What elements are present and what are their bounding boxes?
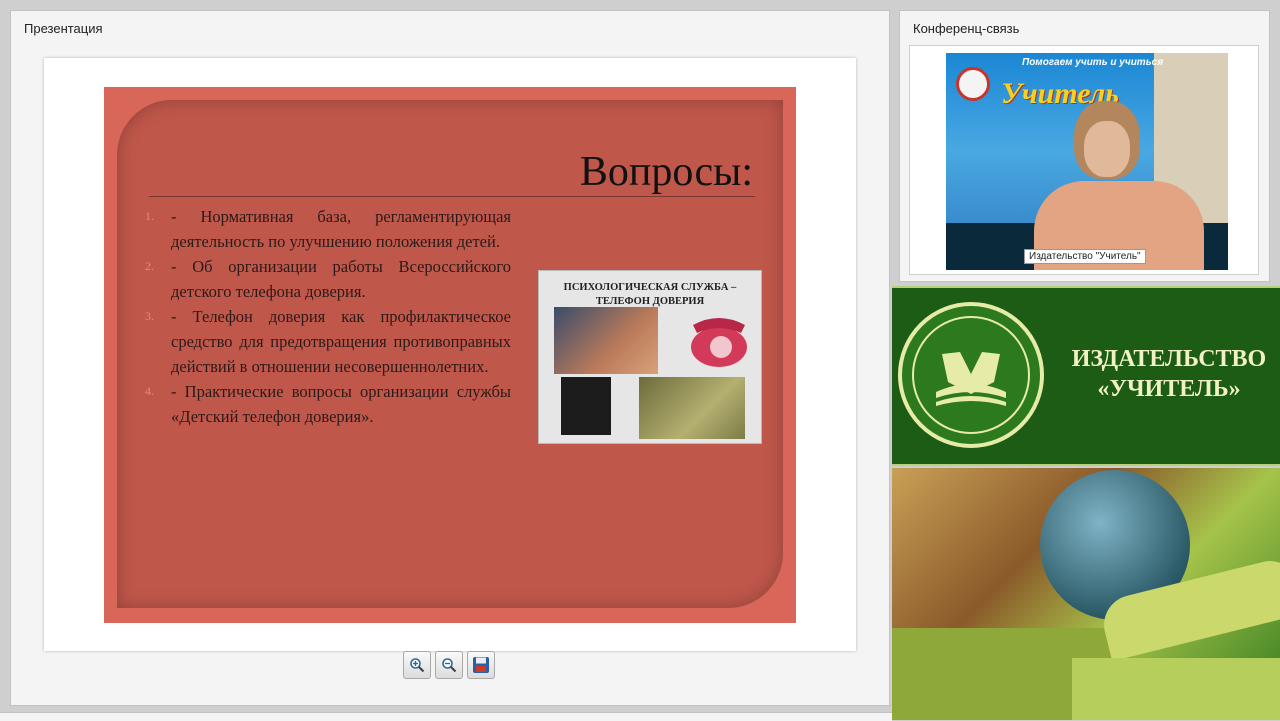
publisher-banner: ИЗДАТЕЛЬСТВО «УЧИТЕЛЬ» [892,286,1280,466]
list-item-text: - Практические вопросы организации служб… [171,382,511,426]
slide-heading: Вопросы: [579,149,753,195]
presenter-face [1084,121,1130,177]
banner-title-line2: «УЧИТЕЛЬ» [1097,376,1241,402]
list-item: 2. - Об организации работы Всероссийског… [145,254,511,304]
publisher-logo-on-poster [956,67,990,101]
slide-content-panel: Вопросы: 1. - Нормативная база, регламен… [117,100,783,608]
list-item-text: - Телефон доверия как профилактическое с… [171,307,511,376]
list-item-number: 2. [145,259,154,273]
image-title: ПСИХОЛОГИЧЕСКАЯ СЛУЖБА – ТЕЛЕФОН ДОВЕРИЯ [563,282,737,307]
webcam-video[interactable]: Помогаем учить и учиться Учитель Издател… [946,53,1228,270]
list-item-number: 4. [145,384,154,398]
list-item: 3. - Телефон доверия как профилактическо… [145,304,511,379]
banner-title: ИЗДАТЕЛЬСТВО «УЧИТЕЛЬ» [1058,344,1280,404]
zoom-out-button[interactable] [435,651,463,679]
video-caption: Издательство "Учитель" [1024,249,1146,264]
list-item-text: - Нормативная база, регламентирующая дея… [171,207,511,251]
zoom-in-icon [410,658,425,673]
slide-viewer[interactable]: Вопросы: 1. - Нормативная база, регламен… [44,58,856,651]
video-conference-pod: Конференц-связь Помогаем учить и учиться… [899,10,1270,282]
zoom-out-icon [442,658,457,673]
handset-photo [561,377,611,435]
list-item-number: 3. [145,309,154,323]
slide-toolbar [403,651,495,679]
list-item: 4. - Практические вопросы организации сл… [145,379,511,429]
woman-on-phone-photo [554,307,658,374]
video-container: Помогаем учить и учиться Учитель Издател… [909,45,1259,275]
list-item-text: - Об организации работы Всероссийского д… [171,257,511,301]
slide: Вопросы: 1. - Нормативная база, регламен… [104,87,796,623]
phone-cord-photo [639,377,745,439]
zoom-in-button[interactable] [403,651,431,679]
red-phone-photo [691,318,747,367]
save-icon [473,657,489,673]
books-and-globe-image [892,468,1280,720]
list-item: 1. - Нормативная база, регламентирующая … [145,204,511,254]
video-pod-title: Конференц-связь [913,21,1020,36]
poster-slogan: Помогаем учить и учиться [1022,57,1164,68]
book-stack [1072,658,1280,720]
presentation-pod-title: Презентация [24,21,103,36]
banner-title-line1: ИЗДАТЕЛЬСТВО [1071,346,1267,372]
save-button[interactable] [467,651,495,679]
hotline-collage-image: ПСИХОЛОГИЧЕСКАЯ СЛУЖБА – ТЕЛЕФОН ДОВЕРИЯ [538,270,762,444]
book-emblem-icon [936,352,1006,406]
slide-question-list: 1. - Нормативная база, регламентирующая … [145,204,511,429]
list-item-number: 1. [145,209,154,223]
presentation-pod: Презентация Вопросы: 1. - Нормативная ба… [10,10,890,706]
slide-divider [149,196,755,197]
publisher-logo [898,302,1044,448]
